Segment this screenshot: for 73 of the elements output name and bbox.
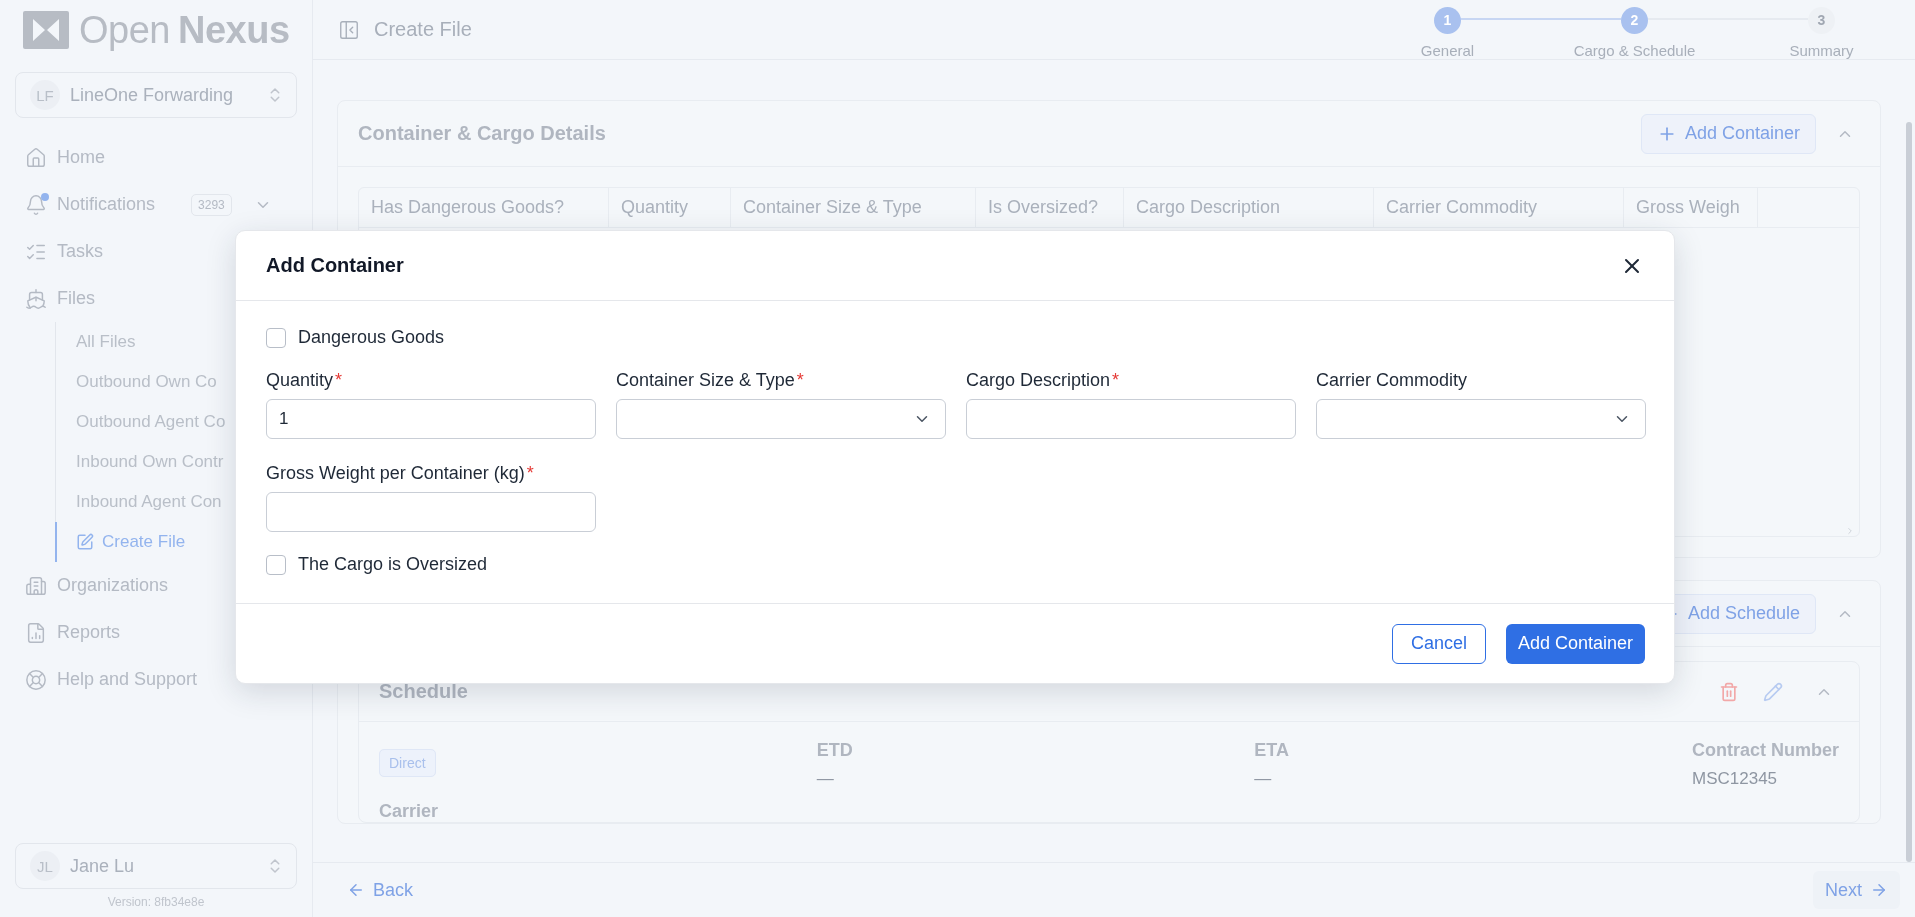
arrow-right-icon bbox=[1870, 881, 1888, 899]
column-header: Cargo Description bbox=[1124, 188, 1374, 227]
field-value: — bbox=[816, 769, 835, 789]
page-title: Create File bbox=[374, 18, 472, 41]
field-value: — bbox=[1254, 769, 1273, 789]
field-value: MSC12345 bbox=[1692, 769, 1779, 789]
step-number: 1 bbox=[1434, 6, 1461, 34]
step-label: Cargo & Schedule bbox=[1573, 41, 1696, 59]
field-label: Carrier bbox=[379, 801, 439, 821]
route-tag: Direct bbox=[379, 749, 436, 777]
logo-text: Nexus bbox=[177, 8, 290, 52]
report-icon bbox=[25, 621, 47, 644]
home-icon bbox=[25, 146, 47, 169]
pencil-icon[interactable] bbox=[1763, 681, 1783, 702]
next-button[interactable]: Next bbox=[1813, 871, 1900, 909]
field-label: Container Size & Type* bbox=[616, 370, 805, 391]
field-label: ETD bbox=[816, 740, 854, 761]
step-number: 2 bbox=[1621, 6, 1648, 34]
column-header: Container Size & Type bbox=[731, 188, 976, 227]
count-badge: 3293 bbox=[191, 193, 232, 216]
column-header: Has Dangerous Goods? bbox=[359, 188, 609, 227]
input-field[interactable]: 1 bbox=[266, 399, 596, 439]
checkbox-label: The Cargo is Oversized bbox=[298, 554, 488, 575]
field-label: Quantity* bbox=[266, 370, 344, 391]
column-header: Gross Weigh bbox=[1624, 188, 1758, 227]
field-label: Contract Number bbox=[1692, 740, 1839, 761]
user-name: Jane Lu bbox=[70, 855, 136, 877]
column-header: Is Oversized? bbox=[976, 188, 1124, 227]
nav-item[interactable]: Help and Support bbox=[15, 656, 297, 703]
column-header: Carrier Commodity bbox=[1374, 188, 1624, 227]
collapse-sidebar-icon[interactable] bbox=[338, 18, 360, 41]
lifebuoy-icon bbox=[25, 668, 47, 691]
checkbox[interactable] bbox=[266, 554, 286, 575]
bell-icon bbox=[25, 193, 47, 216]
nav-item[interactable]: Home bbox=[15, 134, 297, 181]
logo-icon bbox=[23, 11, 69, 49]
add-container-button[interactable]: Add Container bbox=[1505, 623, 1645, 664]
field-label: Gross Weight per Container (kg)* bbox=[266, 463, 535, 484]
dialog-title: Add Container bbox=[266, 254, 404, 277]
required-mark: * bbox=[1112, 370, 1120, 390]
step-number: 3 bbox=[1808, 6, 1835, 34]
schedule-title: Schedule bbox=[379, 680, 469, 703]
nav-item[interactable]: Notifications 3293 bbox=[15, 181, 297, 228]
logo-text: Open bbox=[79, 8, 170, 52]
scrollbar-thumb[interactable] bbox=[1906, 122, 1912, 862]
nav-item[interactable]: Files bbox=[15, 275, 297, 322]
input-field[interactable] bbox=[266, 492, 596, 532]
cancel-button[interactable]: Cancel bbox=[1391, 623, 1486, 664]
organization-name: LineOne Forwarding bbox=[70, 84, 235, 106]
required-mark: * bbox=[526, 463, 534, 483]
column-header: Quantity bbox=[609, 188, 731, 227]
field-label: ETA bbox=[1254, 740, 1290, 761]
select-field[interactable] bbox=[616, 399, 946, 439]
required-mark: * bbox=[335, 370, 343, 390]
scroll-right-icon[interactable] bbox=[1845, 526, 1855, 536]
building-icon bbox=[25, 574, 47, 597]
input-field[interactable] bbox=[966, 399, 1296, 439]
nav-item[interactable]: Organizations bbox=[15, 562, 297, 609]
checkbox[interactable] bbox=[266, 327, 286, 348]
required-mark: * bbox=[796, 370, 804, 390]
section-title: Container & Cargo Details bbox=[358, 122, 607, 145]
back-button[interactable]: Back bbox=[341, 878, 420, 902]
step-label: Summary bbox=[1789, 41, 1854, 59]
ship-icon bbox=[25, 287, 47, 310]
step-label: General bbox=[1420, 41, 1475, 59]
field-label: Cargo Description* bbox=[966, 370, 1121, 391]
trash-icon[interactable] bbox=[1719, 681, 1739, 702]
add-container-button[interactable]: Add Container bbox=[1640, 113, 1816, 154]
field-label: Carrier Commodity bbox=[1316, 370, 1469, 391]
edit-icon bbox=[76, 533, 94, 551]
select-field[interactable] bbox=[1316, 399, 1646, 439]
checkbox-label: Dangerous Goods bbox=[298, 327, 445, 348]
nav-item[interactable]: Reports bbox=[15, 609, 297, 656]
